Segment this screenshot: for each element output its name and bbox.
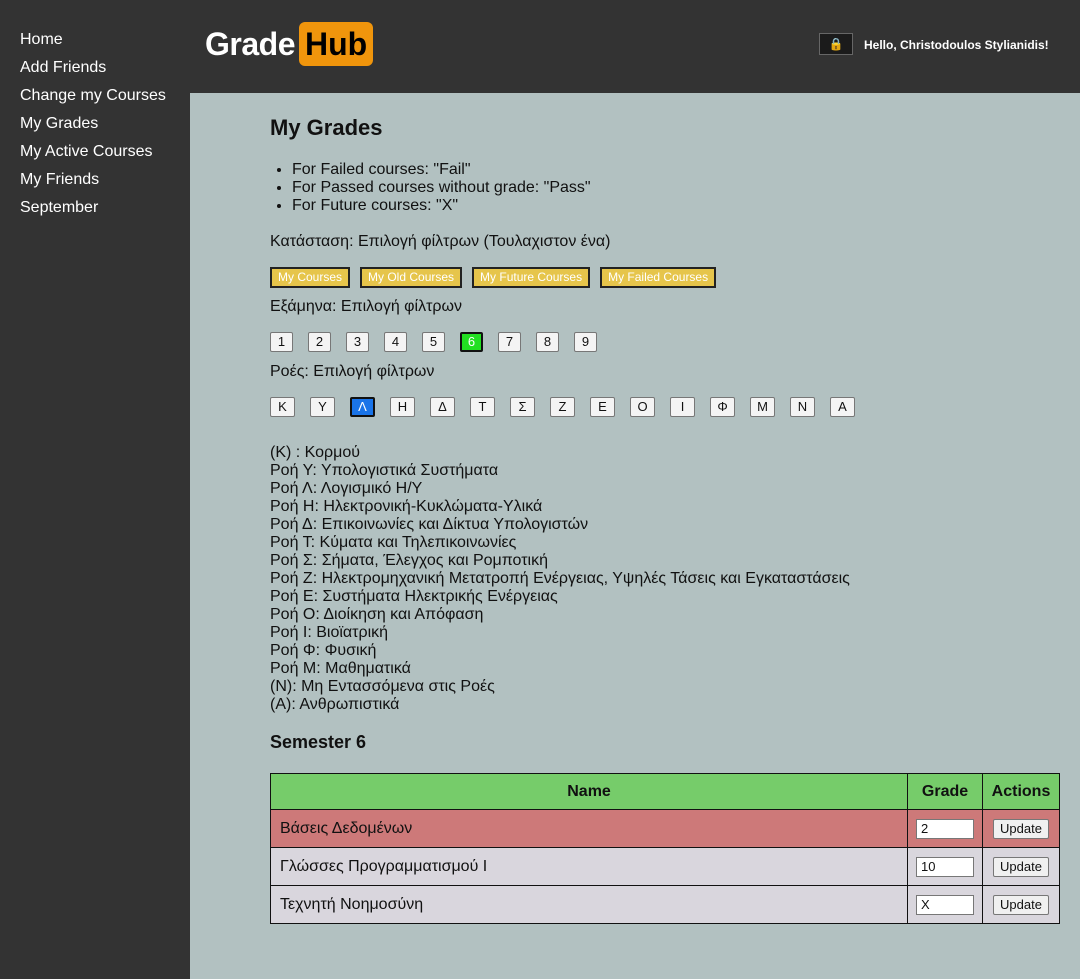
sidebar-item-change-courses[interactable]: Change my Courses xyxy=(0,82,190,110)
flow-button[interactable]: Ι xyxy=(670,397,695,417)
semester-button-8[interactable]: 8 xyxy=(536,332,559,352)
flows-label: Ροές: Επιλογή φίλτρων xyxy=(270,363,435,380)
legend-item: Ροή Ο: Διοίκηση και Απόφαση xyxy=(270,606,484,623)
flow-button[interactable]: Σ xyxy=(510,397,535,417)
user-greeting: Hello, Christodoulos Stylianidis! xyxy=(864,38,1049,52)
flow-button[interactable]: Δ xyxy=(430,397,455,417)
flow-button[interactable]: Α xyxy=(830,397,855,417)
legend-item: Ροή Δ: Επικοινωνίες και Δίκτυα Υπολογιστ… xyxy=(270,516,589,533)
logo-text-right: Hub xyxy=(298,22,374,66)
course-filters: My Courses My Old Courses My Future Cour… xyxy=(270,267,717,288)
legend-item: Ροή Φ: Φυσική xyxy=(270,642,377,659)
flow-button[interactable]: Ζ xyxy=(550,397,575,417)
course-name: Γλώσσες Προγραμματισμού Ι xyxy=(269,847,909,886)
grade-cell: X xyxy=(907,885,984,924)
grade-input[interactable]: X xyxy=(916,894,975,915)
semester-button-5[interactable]: 5 xyxy=(422,332,445,352)
sidebar-item-my-grades[interactable]: My Grades xyxy=(0,110,190,138)
semester-filters: 123456789 xyxy=(270,332,597,352)
flow-button[interactable]: Υ xyxy=(310,397,335,417)
grades-table: Name Grade Actions Βάσεις Δεδομένων 2 Upda… xyxy=(269,773,1060,924)
instruction-item: For Failed courses: "Fail" xyxy=(292,161,591,179)
column-header-name: Name xyxy=(269,773,909,810)
table-row: Τεχνητή Νοημοσύνη X Update xyxy=(269,885,1060,924)
legend-item: Ροή Ε: Συστήματα Ηλεκτρικής Ενέργειας xyxy=(270,588,558,605)
logo-text-left: Grade xyxy=(205,25,295,62)
semester-button-3[interactable]: 3 xyxy=(346,332,369,352)
sidebar-item-my-friends[interactable]: My Friends xyxy=(0,166,190,194)
legend-item: Ροή Ι: Βιοϊατρική xyxy=(270,624,389,641)
page-title: My Grades xyxy=(270,115,383,140)
legend-item: (Ν): Μη Εντασσόμενα στις Ροές xyxy=(270,678,495,695)
filter-old-courses-button[interactable]: My Old Courses xyxy=(360,267,463,288)
grade-input[interactable]: 10 xyxy=(916,856,975,877)
flow-filters: ΚΥΛΗΔΤΣΖΕΟΙΦΜΝΑ xyxy=(270,397,855,417)
flow-button[interactable]: Ν xyxy=(790,397,815,417)
table-row: Βάσεις Δεδομένων 2 Update xyxy=(269,809,1060,848)
flow-button[interactable]: Λ xyxy=(350,397,375,417)
flow-button[interactable]: Τ xyxy=(470,397,495,417)
legend-item: Ροή Μ: Μαθηματικά xyxy=(270,660,411,677)
legend-item: Ροή Ζ: Ηλεκτρομηχανική Μετατροπή Ενέργει… xyxy=(270,570,850,587)
grade-instructions: For Failed courses: "Fail" For Passed co… xyxy=(292,161,591,215)
course-name: Τεχνητή Νοημοσύνη xyxy=(269,885,909,924)
semester-button-4[interactable]: 4 xyxy=(384,332,407,352)
instruction-item: For Passed courses without grade: "Pass" xyxy=(292,179,591,197)
update-button[interactable]: Update xyxy=(993,818,1049,839)
grade-cell: 10 xyxy=(907,847,984,886)
lock-icon: 🔒 xyxy=(828,37,844,51)
instruction-item: For Future courses: "X" xyxy=(292,197,591,215)
filter-failed-courses-button[interactable]: My Failed Courses xyxy=(600,267,717,288)
filter-my-courses-button[interactable]: My Courses xyxy=(270,267,351,288)
legend-item: Ροή Τ: Κύματα και Τηλεπικοινωνίες xyxy=(270,534,517,551)
status-line: Κατάσταση: Επιλογή φίλτρων (Τουλαχιστον … xyxy=(270,233,611,250)
flow-button[interactable]: Μ xyxy=(750,397,775,417)
sidebar-item-active-courses[interactable]: My Active Courses xyxy=(0,138,190,166)
flow-button[interactable]: Φ xyxy=(710,397,735,417)
semester-button-1[interactable]: 1 xyxy=(270,332,293,352)
logout-button[interactable]: 🔒 xyxy=(819,33,853,55)
update-button[interactable]: Update xyxy=(993,856,1049,877)
actions-cell: Update xyxy=(982,809,1060,848)
sidebar-item-add-friends[interactable]: Add Friends xyxy=(0,54,190,82)
legend-item: Ροή Λ: Λογισμικό Η/Υ xyxy=(270,480,423,497)
actions-cell: Update xyxy=(982,885,1060,924)
legend-item: Ροή Η: Ηλεκτρονική-Κυκλώματα-Υλικά xyxy=(270,498,543,515)
course-name: Βάσεις Δεδομένων xyxy=(269,809,909,848)
semester-button-7[interactable]: 7 xyxy=(498,332,521,352)
sidebar-item-home[interactable]: Home xyxy=(0,26,190,54)
semester-button-2[interactable]: 2 xyxy=(308,332,331,352)
legend-item: (Α): Ανθρωπιστικά xyxy=(270,696,400,713)
main-content: My Grades For Failed courses: "Fail" For… xyxy=(190,93,1080,979)
sidebar-item-september[interactable]: September xyxy=(0,194,190,222)
flow-button[interactable]: Η xyxy=(390,397,415,417)
update-button[interactable]: Update xyxy=(993,894,1049,915)
grade-cell: 2 xyxy=(907,809,984,848)
semester-heading: Semester 6 xyxy=(270,732,367,752)
legend-item: Ροή Υ: Υπολογιστικά Συστήματα xyxy=(270,462,499,479)
semester-button-9[interactable]: 9 xyxy=(574,332,597,352)
actions-cell: Update xyxy=(982,847,1060,886)
logo[interactable]: Grade Hub xyxy=(205,22,374,66)
table-header-row: Name Grade Actions xyxy=(269,773,1060,810)
flow-button[interactable]: Κ xyxy=(270,397,295,417)
filter-future-courses-button[interactable]: My Future Courses xyxy=(472,267,591,288)
semester-button-6[interactable]: 6 xyxy=(460,332,483,352)
sidebar: Home Add Friends Change my Courses My Gr… xyxy=(0,0,190,979)
column-header-actions: Actions xyxy=(982,773,1060,810)
semesters-label: Εξάμηνα: Επιλογή φίλτρων xyxy=(270,298,463,315)
topbar: Grade Hub 🔒 Hello, Christodoulos Stylian… xyxy=(190,0,1080,93)
flow-legend: (Κ) : Κορμού Ροή Υ: Υπολογιστικά Συστήματ… xyxy=(270,444,850,714)
table-row: Γλώσσες Προγραμματισμού Ι 10 Update xyxy=(269,847,1060,886)
legend-item: Ροή Σ: Σήματα, Έλεγχος και Ρομποτική xyxy=(270,552,548,569)
legend-item: (Κ) : Κορμού xyxy=(270,444,361,461)
column-header-grade: Grade xyxy=(907,773,984,810)
flow-button[interactable]: Ο xyxy=(630,397,655,417)
grade-input[interactable]: 2 xyxy=(916,818,975,839)
flow-button[interactable]: Ε xyxy=(590,397,615,417)
